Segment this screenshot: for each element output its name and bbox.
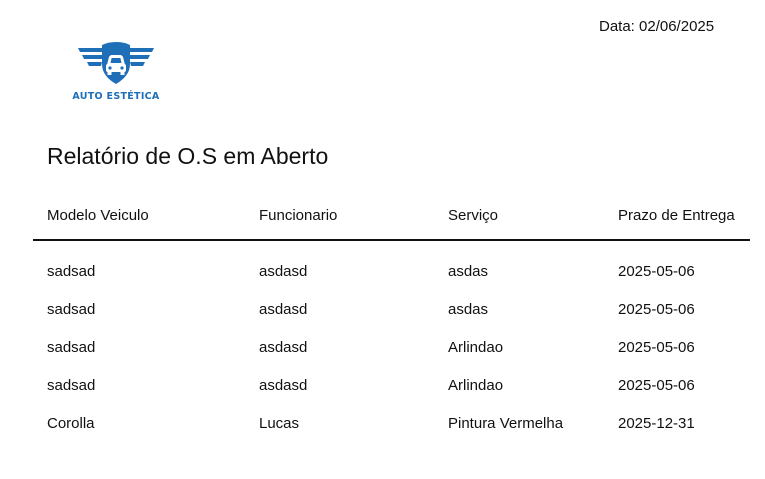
cell-servico: asdas (448, 263, 489, 280)
cell-funcionario: asdasd (259, 339, 308, 356)
cell-prazo: 2025-05-06 (618, 301, 695, 318)
cell-funcionario: Lucas (259, 415, 300, 432)
cell-prazo: 2025-12-31 (618, 415, 695, 432)
car-wings-icon (78, 42, 154, 84)
logo-text: AUTO ESTÉTICA (72, 91, 160, 102)
cell-modelo: sadsad (47, 301, 96, 318)
table-body: sadsad asdasd asdas 2025-05-06 sadsad as… (0, 263, 765, 453)
cell-funcionario: asdasd (259, 377, 308, 394)
report-title: Relatório de O.S em Aberto (47, 143, 329, 169)
cell-prazo: 2025-05-06 (618, 339, 695, 356)
cell-prazo: 2025-05-06 (618, 263, 695, 280)
column-header-funcionario: Funcionario (259, 207, 338, 224)
cell-servico: asdas (448, 301, 489, 318)
cell-servico: Arlindao (448, 377, 504, 394)
column-header-prazo: Prazo de Entrega (618, 207, 735, 224)
cell-modelo: sadsad (47, 377, 96, 394)
column-header-servico: Serviço (448, 207, 499, 224)
table-row: sadsad asdasd asdas 2025-05-06 (0, 301, 765, 339)
cell-funcionario: asdasd (259, 263, 308, 280)
report-date: Data: 02/06/2025 (599, 18, 715, 35)
header-divider (33, 239, 750, 241)
table-header: Modelo Veiculo Funcionario Serviço Prazo… (0, 207, 765, 229)
cell-funcionario: asdasd (259, 301, 308, 318)
cell-modelo: Corolla (47, 415, 95, 432)
table-row: sadsad asdasd Arlindao 2025-05-06 (0, 339, 765, 377)
cell-modelo: sadsad (47, 263, 96, 280)
cell-modelo: sadsad (47, 339, 96, 356)
cell-servico: Pintura Vermelha (448, 415, 564, 432)
cell-prazo: 2025-05-06 (618, 377, 695, 394)
cell-servico: Arlindao (448, 339, 504, 356)
column-header-modelo: Modelo Veiculo (47, 207, 149, 224)
company-logo: AUTO ESTÉTICA (66, 38, 166, 104)
table-row: sadsad asdasd Arlindao 2025-05-06 (0, 377, 765, 415)
table-row: sadsad asdasd asdas 2025-05-06 (0, 263, 765, 301)
table-row: Corolla Lucas Pintura Vermelha 2025-12-3… (0, 415, 765, 453)
